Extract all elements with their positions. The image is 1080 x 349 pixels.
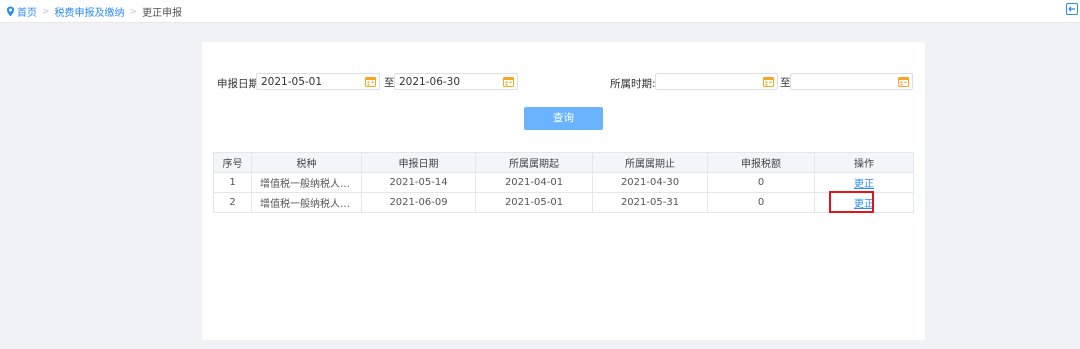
cell-action: 更正: [814, 192, 914, 213]
to-label: 至: [384, 77, 395, 89]
header-action: 操作: [814, 152, 914, 173]
cell-tax-type: 增值税一般纳税人申报...: [251, 192, 362, 213]
header-tax-type: 税种: [251, 152, 362, 173]
correct-link[interactable]: 更正: [854, 199, 874, 210]
cell-tax-amount: 0: [707, 172, 815, 193]
correct-link[interactable]: 更正: [854, 179, 874, 190]
cell-period-end: 2021-05-31: [592, 192, 708, 213]
header-period-start: 所属属期起: [475, 152, 593, 173]
cell-period-start: 2021-05-01: [475, 192, 593, 213]
breadcrumb-separator: >: [42, 6, 50, 17]
exit-button[interactable]: [1066, 3, 1078, 15]
breadcrumb-tax-filing[interactable]: 税费申报及缴纳: [55, 4, 125, 19]
calendar-icon[interactable]: [898, 76, 909, 87]
breadcrumb-separator: >: [129, 6, 138, 17]
calendar-icon[interactable]: [763, 76, 774, 87]
header-declare-date: 申报日期: [361, 152, 476, 173]
period-label: 所属时期:: [610, 78, 656, 90]
exit-icon: [1068, 6, 1075, 12]
declare-date-to-input[interactable]: [395, 74, 517, 89]
table-header-row: 序号 税种 申报日期 所属属期起 所属属期止 申报税额 操作: [213, 152, 914, 173]
to-label: 至: [780, 77, 791, 89]
breadcrumb-home[interactable]: 首页: [17, 4, 37, 19]
breadcrumb-current: 更正申报: [142, 8, 183, 19]
declare-date-to-field[interactable]: [394, 73, 518, 90]
declare-date-from-input[interactable]: [257, 74, 379, 89]
breadcrumb: 首页 > 税费申报及缴纳 > 更正申报: [6, 4, 182, 19]
cell-seq: 1: [213, 172, 252, 193]
period-to-input[interactable]: [791, 74, 912, 89]
header-tax-amount: 申报税额: [707, 152, 815, 173]
cell-period-start: 2021-04-01: [475, 172, 593, 193]
period-from-field[interactable]: [655, 73, 778, 90]
table-row: 2 增值税一般纳税人申报... 2021-06-09 2021-05-01 20…: [213, 192, 914, 213]
cell-tax-type: 增值税一般纳税人申报...: [251, 172, 362, 193]
declaration-table: 序号 税种 申报日期 所属属期起 所属属期止 申报税额 操作 1 增值税一般纳税…: [213, 152, 914, 213]
header-period-end: 所属属期止: [592, 152, 708, 173]
calendar-icon[interactable]: [503, 76, 514, 87]
cell-declare-date: 2021-05-14: [361, 172, 476, 193]
header-seq: 序号: [213, 152, 252, 173]
location-pin-icon: [6, 6, 15, 17]
cell-period-end: 2021-04-30: [592, 172, 708, 193]
top-bar: 首页 > 税费申报及缴纳 > 更正申报: [0, 0, 1080, 23]
declare-date-from-field[interactable]: [256, 73, 380, 90]
cell-action: 更正: [814, 172, 914, 193]
table-row: 1 增值税一般纳税人申报... 2021-05-14 2021-04-01 20…: [213, 172, 914, 193]
cell-seq: 2: [213, 192, 252, 213]
cell-declare-date: 2021-06-09: [361, 192, 476, 213]
calendar-icon[interactable]: [365, 76, 376, 87]
period-to-field[interactable]: [790, 73, 913, 90]
query-button[interactable]: 查询: [524, 107, 603, 130]
cell-tax-amount: 0: [707, 192, 815, 213]
query-panel: 申报日期: 至 所属时期: 至: [202, 42, 925, 340]
period-from-input[interactable]: [656, 74, 777, 89]
